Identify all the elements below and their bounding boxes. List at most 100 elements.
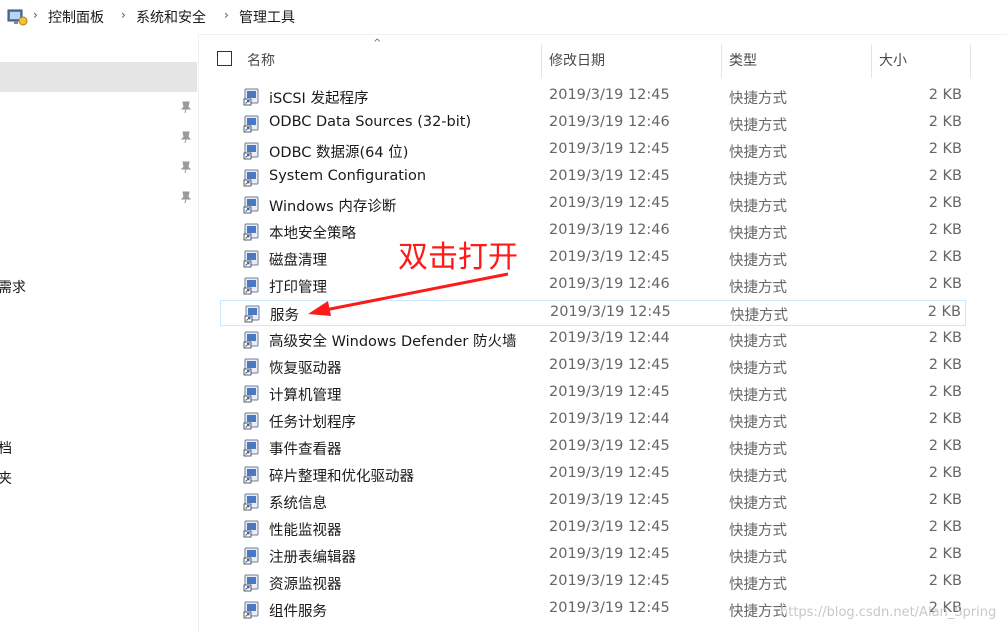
file-name: 事件查看器 (269, 442, 342, 458)
file-type: 快捷方式 (729, 172, 787, 188)
file-name: 磁盘清理 (269, 253, 327, 269)
file-date: 2019/3/19 12:45 (550, 304, 671, 320)
column-header-modified[interactable]: 修改日期 (542, 34, 720, 80)
file-row[interactable]: 磁盘清理 2019/3/19 12:45 快捷方式 2 KB (220, 246, 966, 272)
column-divider[interactable] (970, 44, 971, 78)
component-services-icon (243, 601, 259, 619)
performance-monitor-icon (243, 520, 259, 538)
file-row[interactable]: Windows 内存诊断 2019/3/19 12:45 快捷方式 2 KB (220, 192, 966, 218)
file-size: 2 KB (928, 546, 962, 562)
sidebar-item-partial[interactable]: 档 (0, 438, 12, 458)
file-row[interactable]: 本地安全策略 2019/3/19 12:46 快捷方式 2 KB (220, 219, 966, 245)
file-size: 2 KB (928, 573, 962, 589)
file-size: 2 KB (928, 330, 962, 346)
memory-diagnostic-icon (243, 196, 259, 214)
file-size: 2 KB (928, 276, 962, 292)
file-size: 2 KB (928, 87, 962, 103)
file-row[interactable]: 资源监视器 2019/3/19 12:45 快捷方式 2 KB (220, 570, 966, 596)
file-name: 系统信息 (269, 496, 327, 512)
file-row[interactable]: iSCSI 发起程序 2019/3/19 12:45 快捷方式 2 KB (220, 84, 966, 110)
defragment-icon (243, 466, 259, 484)
pin-icon[interactable] (179, 130, 193, 144)
file-date: 2019/3/19 12:45 (549, 249, 670, 265)
file-row[interactable]: 碎片整理和优化驱动器 2019/3/19 12:45 快捷方式 2 KB (220, 462, 966, 488)
file-row[interactable]: 系统信息 2019/3/19 12:45 快捷方式 2 KB (220, 489, 966, 515)
control-panel-icon[interactable] (6, 7, 28, 27)
breadcrumb: › 控制面板 › 系统和安全 › 管理工具 (0, 0, 1007, 35)
sidebar-item-partial[interactable]: 夹 (0, 468, 12, 488)
file-type: 快捷方式 (729, 226, 787, 242)
file-type: 快捷方式 (729, 253, 787, 269)
breadcrumb-system-security[interactable]: 系统和安全 (136, 7, 206, 27)
breadcrumb-separator[interactable]: › (224, 8, 229, 22)
file-size: 2 KB (928, 519, 962, 535)
file-date: 2019/3/19 12:45 (549, 600, 670, 616)
file-size: 2 KB (928, 141, 962, 157)
file-name: 服务 (270, 308, 299, 324)
registry-editor-icon (243, 547, 259, 565)
resource-monitor-icon (243, 574, 259, 592)
file-row[interactable]: 恢复驱动器 2019/3/19 12:45 快捷方式 2 KB (220, 354, 966, 380)
file-row[interactable]: 事件查看器 2019/3/19 12:45 快捷方式 2 KB (220, 435, 966, 461)
pin-icon[interactable] (179, 190, 193, 204)
select-all-checkbox[interactable] (217, 51, 232, 66)
file-row[interactable]: ODBC 数据源(64 位) 2019/3/19 12:45 快捷方式 2 KB (220, 138, 966, 164)
file-date: 2019/3/19 12:45 (549, 546, 670, 562)
navigation-pane[interactable]: 需求 档 夹 (0, 34, 199, 632)
file-name: 高级安全 Windows Defender 防火墙 (269, 334, 517, 350)
file-row[interactable]: 性能监视器 2019/3/19 12:45 快捷方式 2 KB (220, 516, 966, 542)
column-header-type-label: 类型 (729, 53, 757, 69)
file-date: 2019/3/19 12:44 (549, 330, 670, 346)
file-date: 2019/3/19 12:45 (549, 168, 670, 184)
file-row[interactable]: System Configuration 2019/3/19 12:45 快捷方式 2… (220, 165, 966, 191)
column-header-modified-label: 修改日期 (549, 53, 605, 69)
file-name: 计算机管理 (269, 388, 342, 404)
column-header-name-label: 名称 (247, 53, 275, 69)
file-type: 快捷方式 (729, 361, 787, 377)
file-size: 2 KB (928, 168, 962, 184)
file-type: 快捷方式 (729, 604, 787, 620)
file-type: 快捷方式 (729, 550, 787, 566)
sidebar-item-partial[interactable]: 需求 (0, 277, 26, 297)
file-type: 快捷方式 (729, 91, 787, 107)
file-name: 本地安全策略 (269, 226, 356, 242)
file-date: 2019/3/19 12:45 (549, 87, 670, 103)
event-viewer-icon (243, 439, 259, 457)
breadcrumb-control-panel[interactable]: 控制面板 (48, 7, 104, 27)
breadcrumb-admin-tools[interactable]: 管理工具 (239, 7, 295, 27)
iscsi-icon (243, 88, 259, 106)
column-header-size[interactable]: 大小 (872, 34, 970, 80)
file-type: 快捷方式 (729, 388, 787, 404)
file-date: 2019/3/19 12:44 (549, 411, 670, 427)
file-row[interactable]: ODBC Data Sources (32-bit) 2019/3/19 12:4… (220, 111, 966, 137)
file-type: 快捷方式 (729, 577, 787, 593)
file-row[interactable]: 计算机管理 2019/3/19 12:45 快捷方式 2 KB (220, 381, 966, 407)
file-date: 2019/3/19 12:46 (549, 114, 670, 130)
file-row[interactable]: 高级安全 Windows Defender 防火墙 2019/3/19 12:44… (220, 327, 966, 353)
file-row[interactable]: 任务计划程序 2019/3/19 12:44 快捷方式 2 KB (220, 408, 966, 434)
breadcrumb-separator[interactable]: › (33, 8, 38, 22)
file-date: 2019/3/19 12:46 (549, 222, 670, 238)
column-header-name[interactable]: 名称 (240, 34, 540, 80)
file-row[interactable]: 注册表编辑器 2019/3/19 12:45 快捷方式 2 KB (220, 543, 966, 569)
file-date: 2019/3/19 12:45 (549, 141, 670, 157)
file-name: 碎片整理和优化驱动器 (269, 469, 414, 485)
file-size: 2 KB (928, 384, 962, 400)
file-date: 2019/3/19 12:45 (549, 438, 670, 454)
recovery-drive-icon (243, 358, 259, 376)
file-name: 注册表编辑器 (269, 550, 356, 566)
pin-icon[interactable] (179, 100, 193, 114)
file-type: 快捷方式 (729, 280, 787, 296)
file-size: 2 KB (927, 304, 961, 320)
file-date: 2019/3/19 12:46 (549, 276, 670, 292)
file-type: 快捷方式 (729, 523, 787, 539)
file-date: 2019/3/19 12:45 (549, 195, 670, 211)
column-header-type[interactable]: 类型 (722, 34, 870, 80)
sidebar-selected-item[interactable] (0, 62, 197, 92)
file-name: iSCSI 发起程序 (269, 91, 369, 107)
breadcrumb-separator[interactable]: › (121, 8, 126, 22)
pin-icon[interactable] (179, 160, 193, 174)
watermark-text: https://blog.csdn.net/Alan_Spring (780, 605, 997, 620)
odbc-icon (243, 142, 259, 160)
computer-management-icon (243, 385, 259, 403)
